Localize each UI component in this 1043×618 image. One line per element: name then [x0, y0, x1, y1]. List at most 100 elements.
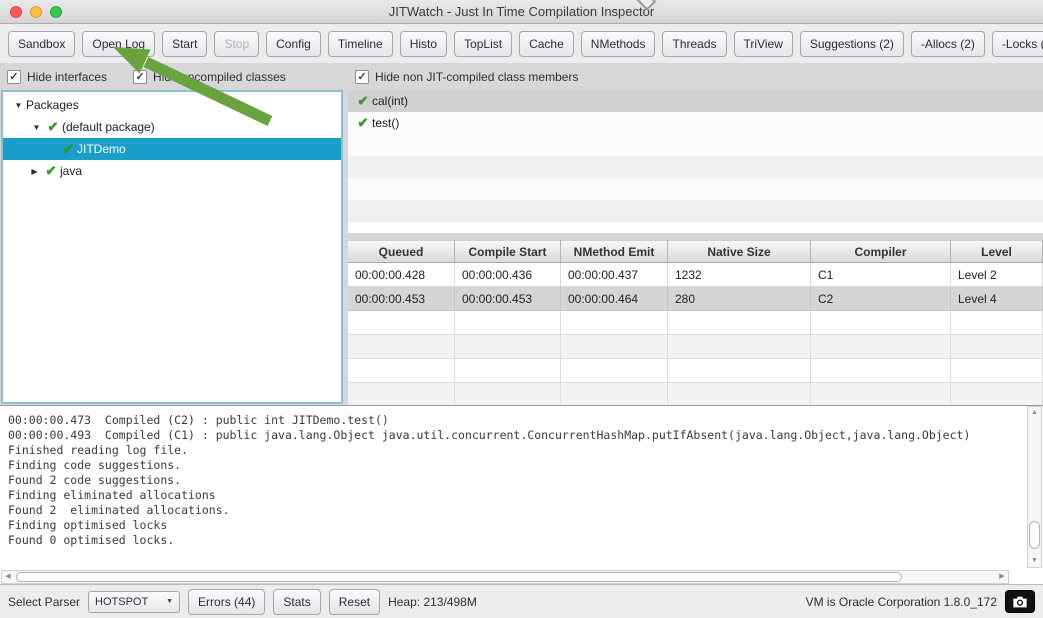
threads-button[interactable]: Threads — [662, 31, 726, 57]
window-title: JITWatch - Just In Time Compilation Insp… — [0, 4, 1043, 19]
cell-native-size: 280 — [668, 287, 811, 311]
log-line: Finished reading log file. — [8, 443, 1043, 458]
hide-uncompiled-label: Hide uncompiled classes — [153, 70, 286, 84]
parser-select[interactable]: HOTSPOT — [88, 591, 180, 613]
main-split-area: Hide interfaces Hide uncompiled classes … — [0, 63, 1043, 405]
table-empty-row — [348, 383, 1043, 405]
horizontal-scroll-thumb[interactable] — [16, 572, 902, 582]
tree-item-jitdemo[interactable]: JITDemo — [3, 138, 341, 160]
log-vertical-scrollbar[interactable] — [1027, 406, 1042, 568]
open-log-button[interactable]: Open Log — [82, 31, 155, 57]
locks-button[interactable]: -Locks (0) — [992, 31, 1043, 57]
disclosure-open-icon[interactable] — [11, 101, 26, 110]
member-label: cal(int) — [372, 94, 408, 108]
class-members-pane: cal(int) test() Queued Compile Start NMe… — [348, 90, 1043, 405]
stats-button[interactable]: Stats — [273, 589, 320, 615]
tree-item-label: JITDemo — [77, 142, 126, 156]
log-line: Found 2 code suggestions. — [8, 473, 1043, 488]
member-list-empty-row — [348, 178, 1043, 200]
compilations-table: Queued Compile Start NMethod Emit Native… — [348, 240, 1043, 405]
log-output-pane[interactable]: 00:00:00.473 Compiled (C2) : public int … — [0, 405, 1043, 585]
log-line: 00:00:00.473 Compiled (C2) : public int … — [8, 413, 1043, 428]
table-header-row: Queued Compile Start NMethod Emit Native… — [348, 240, 1043, 263]
hide-interfaces-checkbox[interactable] — [7, 70, 21, 84]
cell-level: Level 4 — [951, 287, 1043, 311]
column-header-compile-start[interactable]: Compile Start — [455, 240, 561, 263]
scroll-right-icon[interactable] — [996, 571, 1008, 583]
compiled-check-icon — [44, 119, 62, 135]
hide-interfaces-label: Hide interfaces — [27, 70, 107, 84]
member-list: cal(int) test() — [348, 90, 1043, 233]
cache-button[interactable]: Cache — [519, 31, 574, 57]
config-button[interactable]: Config — [266, 31, 321, 57]
start-button[interactable]: Start — [162, 31, 207, 57]
disclosure-open-icon[interactable] — [29, 123, 44, 132]
cell-compiler: C2 — [811, 287, 951, 311]
tree-item-label: Packages — [26, 98, 79, 112]
nmethods-button[interactable]: NMethods — [581, 31, 656, 57]
toplist-button[interactable]: TopList — [454, 31, 512, 57]
tree-item-packages[interactable]: Packages — [3, 94, 341, 116]
cell-nmethod-emit: 00:00:00.437 — [561, 263, 668, 287]
scroll-down-icon[interactable] — [1028, 555, 1041, 567]
cell-compiler: C1 — [811, 263, 951, 287]
compiled-check-icon — [42, 163, 60, 179]
histo-button[interactable]: Histo — [400, 31, 447, 57]
allocs-button[interactable]: -Allocs (2) — [911, 31, 985, 57]
cell-queued: 00:00:00.428 — [348, 263, 455, 287]
left-filter-row: Hide interfaces Hide uncompiled classes — [7, 63, 343, 91]
cell-native-size: 1232 — [668, 263, 811, 287]
select-parser-label: Select Parser — [8, 595, 80, 609]
column-header-compiler[interactable]: Compiler — [811, 240, 951, 263]
sandbox-button[interactable]: Sandbox — [8, 31, 75, 57]
suggestions-button[interactable]: Suggestions (2) — [800, 31, 904, 57]
log-line: Finding code suggestions. — [8, 458, 1043, 473]
vertical-scroll-thumb[interactable] — [1029, 521, 1040, 549]
scroll-left-icon[interactable] — [2, 571, 14, 583]
member-list-empty-row — [348, 156, 1043, 178]
hide-uncompiled-checkbox[interactable] — [133, 70, 147, 84]
reset-button[interactable]: Reset — [329, 589, 380, 615]
scroll-up-icon[interactable] — [1028, 407, 1041, 419]
cell-queued: 00:00:00.453 — [348, 287, 455, 311]
cell-nmethod-emit: 00:00:00.464 — [561, 287, 668, 311]
hide-non-jit-checkbox[interactable] — [355, 70, 369, 84]
log-horizontal-scrollbar[interactable] — [1, 570, 1009, 584]
column-header-native-size[interactable]: Native Size — [668, 240, 811, 263]
compiled-check-icon — [59, 141, 77, 157]
member-label: test() — [372, 116, 399, 130]
triview-button[interactable]: TriView — [734, 31, 793, 57]
cell-level: Level 2 — [951, 263, 1043, 287]
table-row[interactable]: 00:00:00.428 00:00:00.436 00:00:00.437 1… — [348, 263, 1043, 287]
right-filter-row: Hide non JIT-compiled class members — [355, 63, 1035, 91]
column-header-queued[interactable]: Queued — [348, 240, 455, 263]
title-bar: JITWatch - Just In Time Compilation Insp… — [0, 0, 1043, 24]
camera-icon — [1012, 595, 1028, 609]
member-item-test[interactable]: test() — [348, 112, 1043, 134]
table-row[interactable]: 00:00:00.453 00:00:00.453 00:00:00.464 2… — [348, 287, 1043, 311]
errors-button[interactable]: Errors (44) — [188, 589, 265, 615]
member-list-empty-row — [348, 200, 1043, 222]
heap-usage-label: Heap: 213/498M — [388, 595, 477, 609]
tree-item-java[interactable]: java — [3, 160, 341, 182]
screenshot-button[interactable] — [1005, 590, 1035, 613]
compiled-check-icon — [354, 93, 372, 109]
log-line: Found 2 eliminated allocations. — [8, 503, 1043, 518]
hide-non-jit-label: Hide non JIT-compiled class members — [375, 70, 578, 84]
vm-info-label: VM is Oracle Corporation 1.8.0_172 — [806, 595, 997, 609]
member-item-cal[interactable]: cal(int) — [348, 90, 1043, 112]
table-empty-row — [348, 335, 1043, 359]
log-line: 00:00:00.493 Compiled (C1) : public java… — [8, 428, 1043, 443]
tree-item-label: (default package) — [62, 120, 155, 134]
log-line: Found 0 optimised locks. — [8, 533, 1043, 548]
column-header-level[interactable]: Level — [951, 240, 1043, 263]
tree-item-default-package[interactable]: (default package) — [3, 116, 341, 138]
dropdown-caret-icon — [166, 598, 173, 605]
log-line: Finding optimised locks — [8, 518, 1043, 533]
cell-compile-start: 00:00:00.436 — [455, 263, 561, 287]
log-line: Finding eliminated allocations — [8, 488, 1043, 503]
tree-item-label: java — [60, 164, 82, 178]
timeline-button[interactable]: Timeline — [328, 31, 393, 57]
disclosure-closed-icon[interactable] — [27, 167, 42, 176]
column-header-nmethod-emit[interactable]: NMethod Emit — [561, 240, 668, 263]
